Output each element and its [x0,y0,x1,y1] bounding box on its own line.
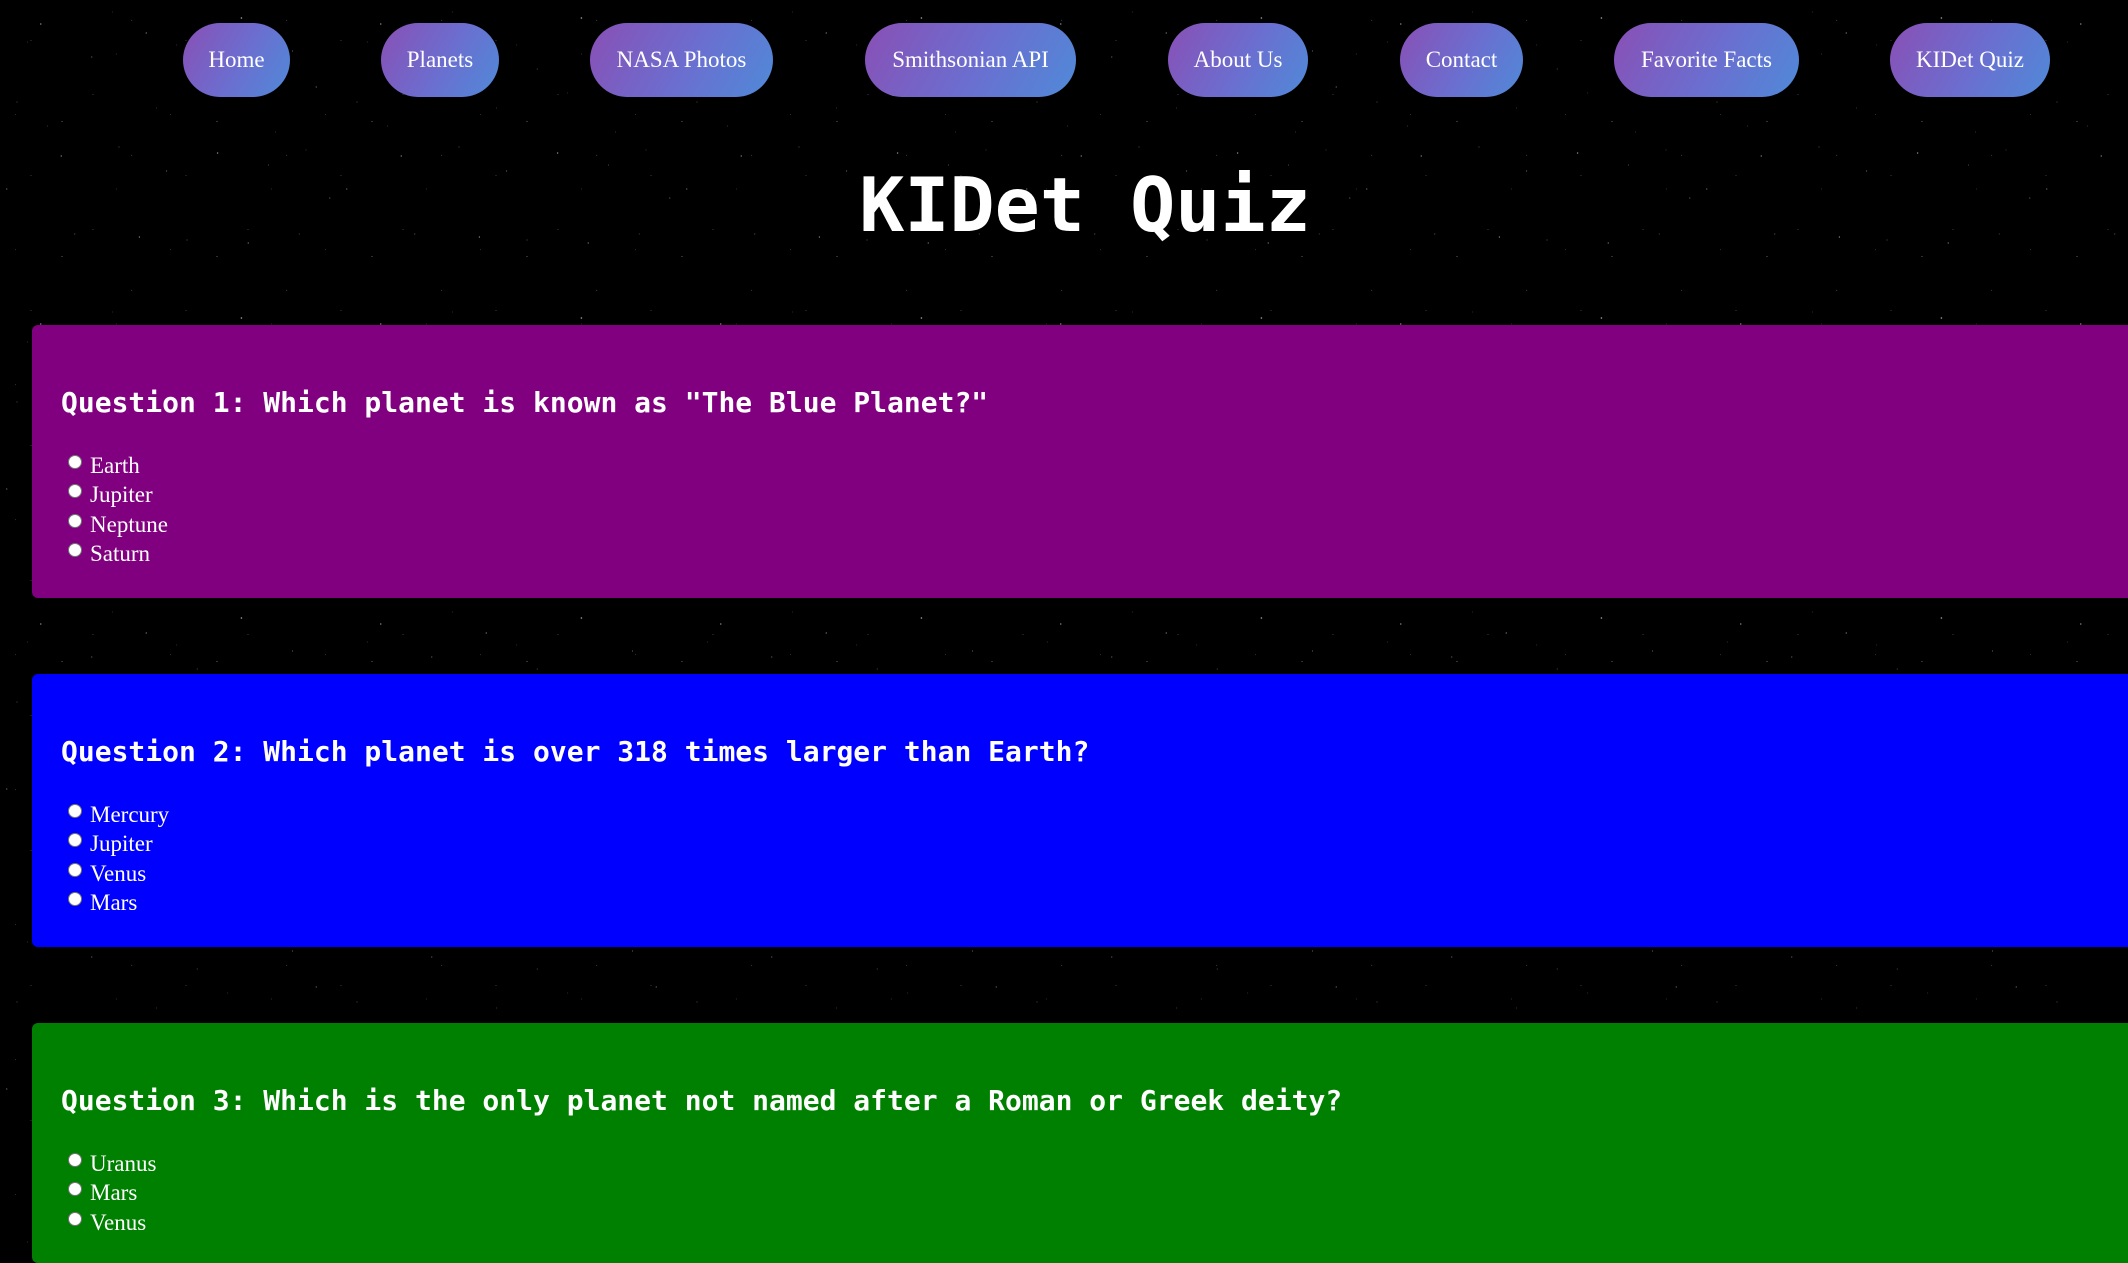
radio-button[interactable] [68,892,82,907]
option-label: Neptune [90,511,168,537]
main-nav: Home Planets NASA Photos Smithsonian API… [0,23,2128,97]
option-label: Earth [90,452,140,478]
radio-button[interactable] [68,454,82,469]
nav-home-button[interactable]: Home [183,23,290,97]
nav-contact-button[interactable]: Contact [1400,23,1523,97]
radio-button[interactable] [68,862,82,877]
radio-button[interactable] [68,1211,82,1226]
nav-favorite-facts-button[interactable]: Favorite Facts [1614,23,1799,97]
question-1-option-earth[interactable]: Earth [68,451,168,481]
question-3-options: Uranus Mars Venus [68,1149,156,1238]
question-3-option-uranus[interactable]: Uranus [68,1149,156,1179]
question-1-options: Earth Jupiter Neptune Saturn [68,451,168,569]
question-2-option-mars[interactable]: Mars [68,889,169,919]
question-2-option-jupiter[interactable]: Jupiter [68,830,169,860]
option-label: Mars [90,1180,138,1206]
option-label: Venus [90,1209,147,1235]
radio-button[interactable] [68,1152,82,1167]
nav-about-us-button[interactable]: About Us [1168,23,1308,97]
question-3-option-venus[interactable]: Venus [68,1208,156,1238]
question-1-option-saturn[interactable]: Saturn [68,540,168,570]
nav-smithsonian-api-button[interactable]: Smithsonian API [865,23,1076,97]
question-1-text: Question 1: Which planet is known as "Th… [61,386,989,419]
option-label: Venus [90,860,147,886]
option-label: Uranus [90,1150,157,1176]
nav-nasa-photos-button[interactable]: NASA Photos [590,23,773,97]
page-title: KIDet Quiz [859,161,1311,249]
question-2-option-mercury[interactable]: Mercury [68,800,169,830]
option-label: Mars [90,890,138,916]
question-card-1: Question 1: Which planet is known as "Th… [32,325,2128,598]
nav-planets-button[interactable]: Planets [381,23,499,97]
question-3-text: Question 3: Which is the only planet not… [61,1084,1343,1117]
question-2-options: Mercury Jupiter Venus Mars [68,800,169,918]
option-label: Jupiter [90,482,153,508]
question-2-text: Question 2: Which planet is over 318 tim… [61,735,1090,768]
option-label: Saturn [90,541,151,567]
radio-button[interactable] [68,513,82,528]
radio-button[interactable] [68,543,82,558]
radio-button[interactable] [68,833,82,848]
radio-button[interactable] [68,803,82,818]
question-card-2: Question 2: Which planet is over 318 tim… [32,674,2128,947]
question-3-option-mars[interactable]: Mars [68,1179,156,1209]
question-2-option-venus[interactable]: Venus [68,859,169,889]
question-1-option-neptune[interactable]: Neptune [68,510,168,540]
question-card-3: Question 3: Which is the only planet not… [32,1023,2128,1263]
question-1-option-jupiter[interactable]: Jupiter [68,481,168,511]
radio-button[interactable] [68,484,82,499]
radio-button[interactable] [68,1182,82,1197]
option-label: Jupiter [90,831,153,857]
nav-kidet-quiz-button[interactable]: KIDet Quiz [1890,23,2050,97]
option-label: Mercury [90,801,170,827]
